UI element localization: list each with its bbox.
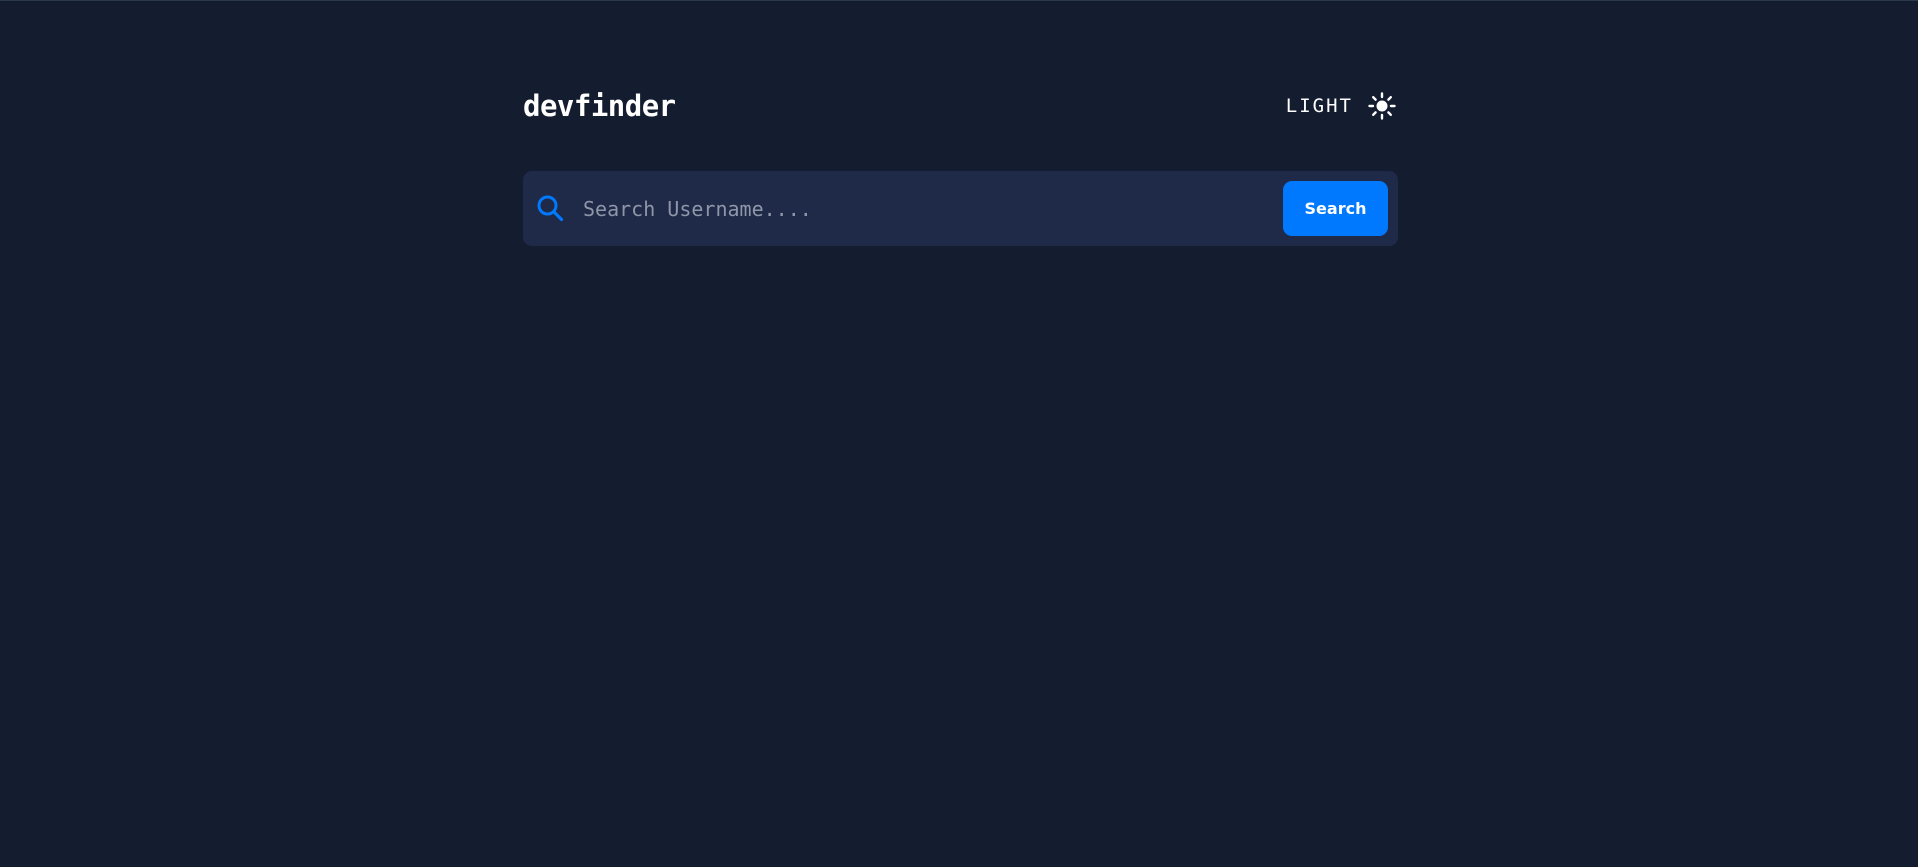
search-button[interactable]: Search [1283, 181, 1388, 236]
app-header: devfinder LIGHT [523, 84, 1398, 128]
search-icon [537, 195, 564, 222]
theme-toggle-label: LIGHT [1285, 95, 1353, 117]
app-logo: devfinder [523, 89, 676, 123]
theme-toggle-button[interactable]: LIGHT [1286, 89, 1396, 123]
search-input[interactable] [583, 189, 1273, 229]
window-top-border [0, 0, 1918, 1]
search-bar: Search [523, 171, 1398, 246]
sun-icon [1368, 92, 1396, 120]
